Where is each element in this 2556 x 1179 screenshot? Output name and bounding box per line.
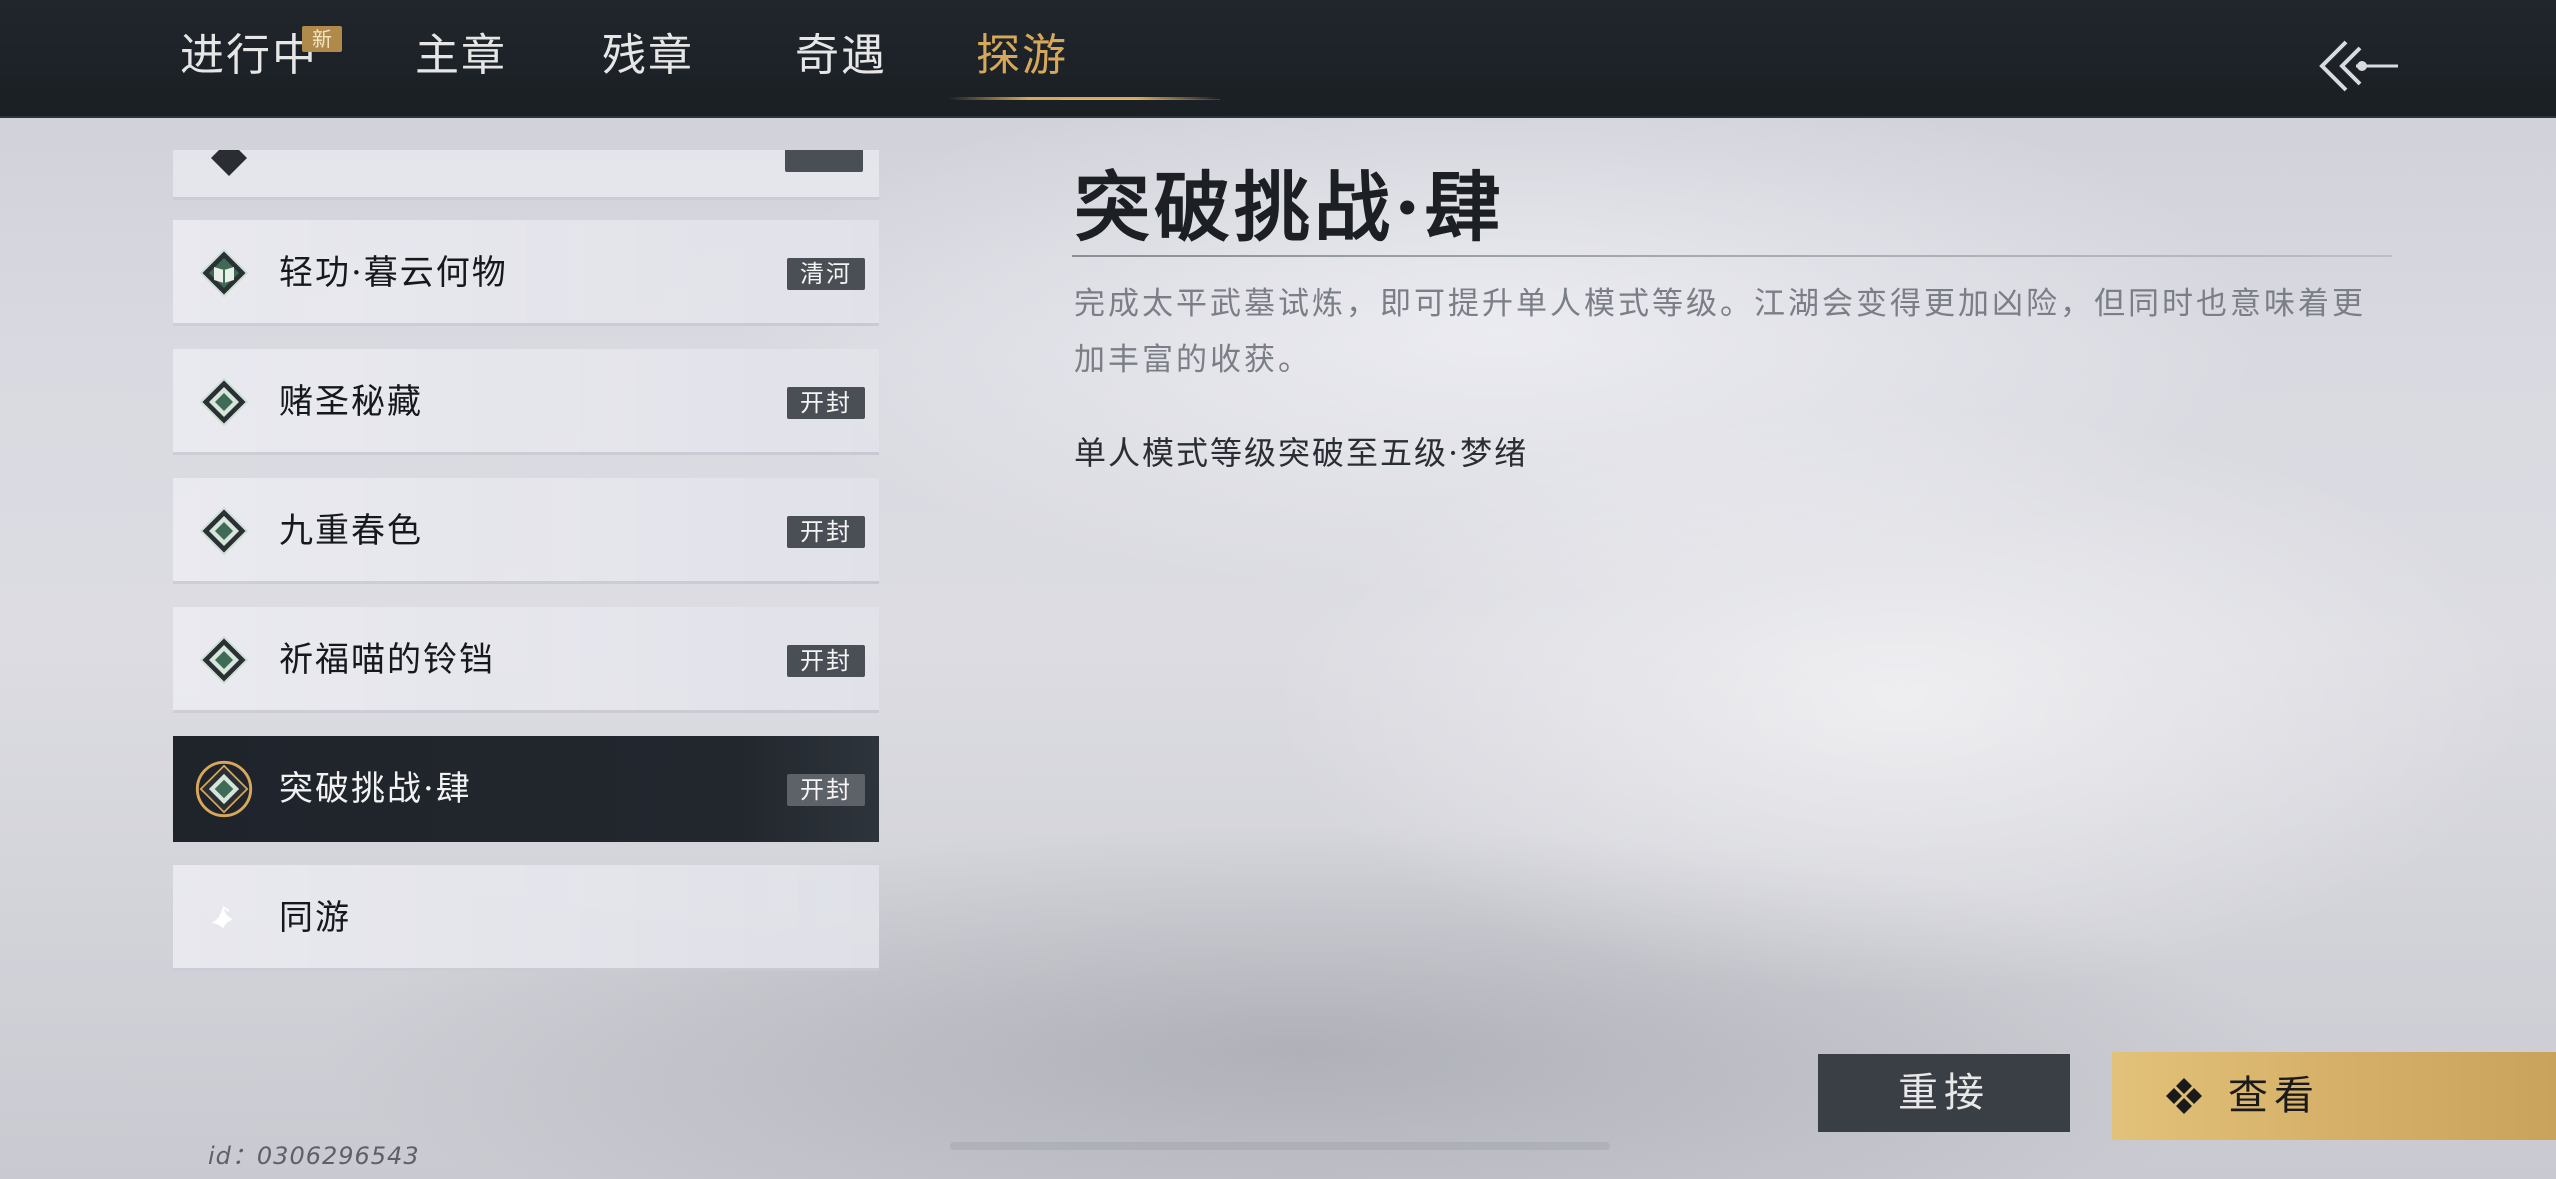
diamond-cluster-icon [2166, 1078, 2202, 1114]
tab-explore[interactable]: 探游 [976, 26, 1068, 86]
reconnect-button[interactable]: 重接 [1818, 1054, 2070, 1132]
player-id: id：0306296543 [208, 1142, 420, 1170]
top-nav-bar: 进行中 新 主章 残章 奇遇 探游 [0, 0, 2556, 118]
detail-description: 完成太平武墓试炼，即可提升单人模式等级。江湖会变得更加凶险，但同时也意味着更加丰… [1074, 286, 2366, 378]
detail-title: 突破挑战·肆 [1074, 163, 1505, 252]
list-item-label: 轻功·暮云何物 [279, 253, 508, 293]
list-item-label: 赌圣秘藏 [279, 382, 423, 422]
list-item-label: 九重春色 [279, 511, 423, 551]
diamond-emblem-icon [199, 506, 249, 556]
location-tag: 开封 [787, 387, 865, 419]
list-item-travel-together[interactable]: 同游 [173, 865, 879, 971]
list-item-qinggong[interactable]: 轻功·暮云何物 清河 [173, 220, 879, 326]
tab-main-chapter[interactable]: 主章 [415, 26, 507, 86]
view-button-label: 查看 [2228, 1073, 2320, 1119]
location-tag: 开封 [787, 774, 865, 806]
diamond-emblem-icon [211, 150, 247, 176]
tab-in-progress[interactable]: 进行中 [180, 26, 318, 86]
view-button[interactable]: 查看 [2112, 1052, 2556, 1140]
location-tag: 清河 [787, 258, 865, 290]
diamond-emblem-icon [199, 635, 249, 685]
list-item-label: 祈福喵的铃铛 [279, 640, 495, 680]
back-arrow-icon [2319, 40, 2398, 92]
back-button[interactable] [2312, 36, 2402, 96]
location-tag: 开封 [787, 645, 865, 677]
location-tag: 开封 [787, 516, 865, 548]
list-item-partial[interactable] [173, 150, 879, 200]
item-tag [785, 150, 863, 172]
tab-fragment-chapter[interactable]: 残章 [602, 26, 694, 86]
bird-icon [211, 906, 233, 929]
title-divider [1072, 255, 2392, 257]
list-item-breakthrough-four[interactable]: 突破挑战·肆 开封 [173, 736, 879, 842]
list-item-label: 同游 [279, 898, 351, 938]
list-item-label: 突破挑战·肆 [279, 769, 472, 809]
tab-encounter[interactable]: 奇遇 [795, 26, 887, 86]
book-diamond-icon [199, 248, 249, 298]
list-item-gambling-saint[interactable]: 赌圣秘藏 开封 [173, 349, 879, 455]
home-indicator[interactable] [950, 1142, 1610, 1150]
diamond-emblem-icon [199, 377, 249, 427]
detail-subtitle: 单人模式等级突破至五级·梦绪 [1074, 434, 1529, 472]
list-item-spring-colors[interactable]: 九重春色 开封 [173, 478, 879, 584]
diamond-emblem-icon [195, 760, 253, 818]
tab-divider [1060, 99, 1220, 100]
new-badge: 新 [302, 26, 342, 52]
list-item-cat-bell[interactable]: 祈福喵的铃铛 开封 [173, 607, 879, 713]
